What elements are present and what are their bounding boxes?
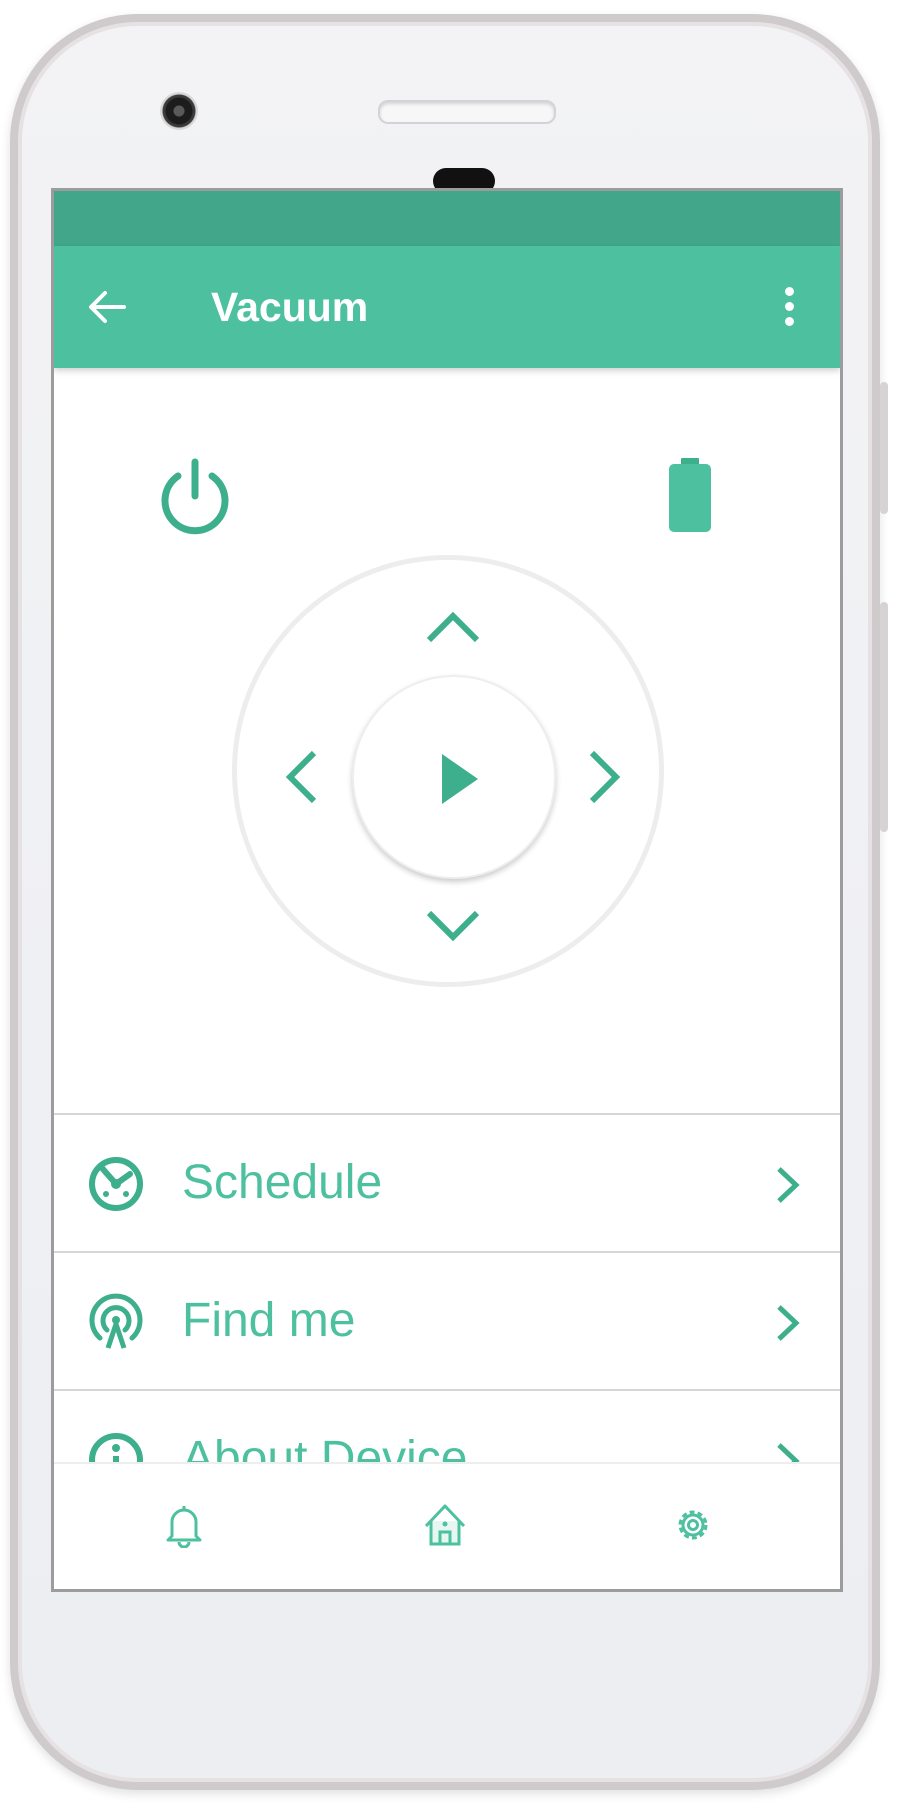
chevron-right-icon — [777, 1305, 800, 1341]
start-button[interactable] — [352, 675, 556, 879]
move-left-button[interactable] — [282, 747, 322, 807]
schedule-label: Schedule — [182, 1156, 383, 1209]
schedule-icon — [89, 1157, 143, 1211]
nav-settings[interactable] — [672, 1504, 714, 1546]
home-icon — [424, 1504, 466, 1546]
chevron-up-icon — [426, 611, 480, 643]
chevron-down-icon — [426, 910, 480, 942]
gear-icon — [678, 1510, 708, 1540]
app-bar: Vacuum — [54, 246, 840, 368]
direction-pad — [232, 555, 664, 987]
find-me-label: Find me — [182, 1294, 356, 1347]
battery-icon — [667, 458, 713, 534]
chevron-left-icon — [285, 750, 317, 804]
overflow-menu-icon — [785, 287, 794, 296]
bottom-navigation — [54, 1462, 840, 1589]
move-down-button[interactable] — [423, 905, 483, 945]
power-button[interactable] — [154, 456, 236, 538]
front-camera — [160, 92, 198, 130]
nav-notifications[interactable] — [164, 1502, 204, 1549]
power-icon — [161, 458, 229, 535]
arrow-left-icon — [89, 291, 126, 323]
more-options-button[interactable] — [777, 283, 801, 331]
earpiece-speaker — [378, 100, 556, 124]
move-right-button[interactable] — [584, 747, 624, 807]
app-screen: Vacuum Schedule Find me About Device — [51, 188, 843, 1592]
chevron-right-icon — [777, 1167, 800, 1203]
bell-icon — [166, 1506, 202, 1549]
nav-home[interactable] — [420, 1500, 470, 1548]
back-button[interactable] — [86, 286, 128, 328]
play-icon — [442, 754, 478, 804]
move-up-button[interactable] — [423, 608, 483, 648]
status-bar — [54, 191, 840, 246]
find-me-icon — [89, 1293, 143, 1349]
chevron-right-icon — [589, 750, 621, 804]
volume-button — [880, 602, 888, 832]
page-title: Vacuum — [211, 284, 369, 330]
list-item-schedule[interactable]: Schedule — [54, 1113, 840, 1251]
list-item-find-me[interactable]: Find me — [54, 1251, 840, 1389]
side-button — [880, 382, 888, 514]
